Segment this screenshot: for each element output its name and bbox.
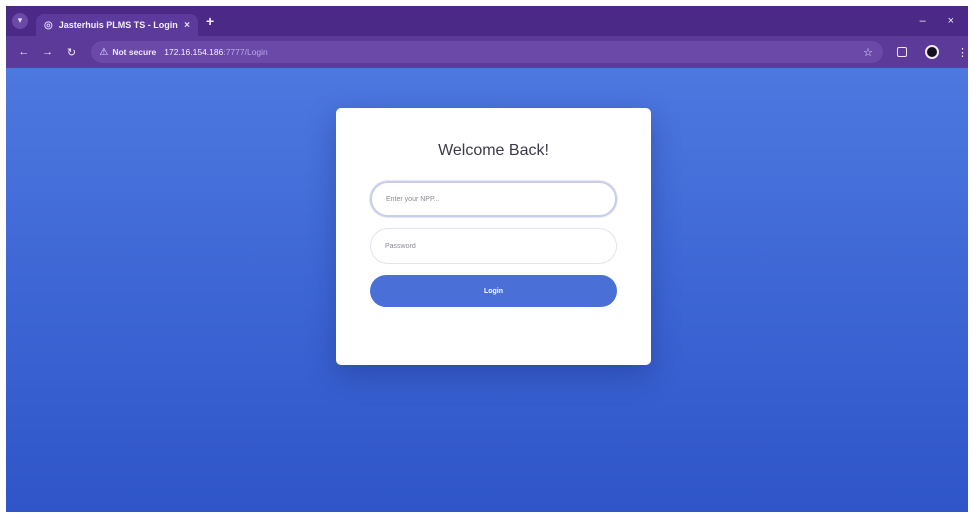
- browser-toolbar: ← → ↻ ⚠ Not secure 172.16.154.186 :7777/…: [6, 36, 968, 68]
- address-bar[interactable]: ⚠ Not secure 172.16.154.186 :7777/Login …: [91, 41, 883, 63]
- profile-avatar[interactable]: [924, 45, 939, 59]
- back-arrow-icon[interactable]: ←: [14, 46, 34, 58]
- tab-strip: ▾ ◎ Jasterhuis PLMS TS - Login × + – ×: [6, 6, 968, 36]
- npp-input[interactable]: [370, 181, 617, 217]
- new-tab-button[interactable]: +: [206, 13, 214, 29]
- reload-icon[interactable]: ↻: [62, 46, 82, 59]
- password-input[interactable]: [370, 228, 617, 264]
- login-card: Welcome Back! Login: [336, 108, 651, 365]
- login-title: Welcome Back!: [438, 142, 549, 159]
- toolbar-actions: ⋮: [896, 45, 968, 59]
- forward-arrow-icon[interactable]: →: [38, 46, 58, 58]
- tab-active[interactable]: ◎ Jasterhuis PLMS TS - Login ×: [36, 14, 198, 36]
- login-button[interactable]: Login: [370, 275, 617, 307]
- tab-title: Jasterhuis PLMS TS - Login: [58, 20, 178, 30]
- extensions-icon[interactable]: [896, 47, 907, 57]
- url-path: :7777/Login: [223, 47, 268, 57]
- not-secure-label[interactable]: Not secure: [112, 47, 156, 57]
- page-background: Welcome Back! Login: [6, 68, 968, 512]
- globe-icon: ◎: [44, 19, 53, 31]
- close-window-button[interactable]: ×: [948, 15, 954, 27]
- close-tab-icon[interactable]: ×: [184, 20, 190, 31]
- tab-search-icon[interactable]: ▾: [12, 13, 28, 29]
- minimize-button[interactable]: –: [919, 15, 925, 27]
- warning-triangle-icon[interactable]: ⚠: [99, 47, 108, 58]
- menu-kebab-icon[interactable]: ⋮: [957, 46, 968, 59]
- url-host: 172.16.154.186: [164, 47, 224, 57]
- bookmark-star-icon[interactable]: ☆: [863, 46, 873, 59]
- window-controls: – ×: [919, 15, 968, 27]
- browser-window: ▾ ◎ Jasterhuis PLMS TS - Login × + – × ←…: [6, 6, 968, 512]
